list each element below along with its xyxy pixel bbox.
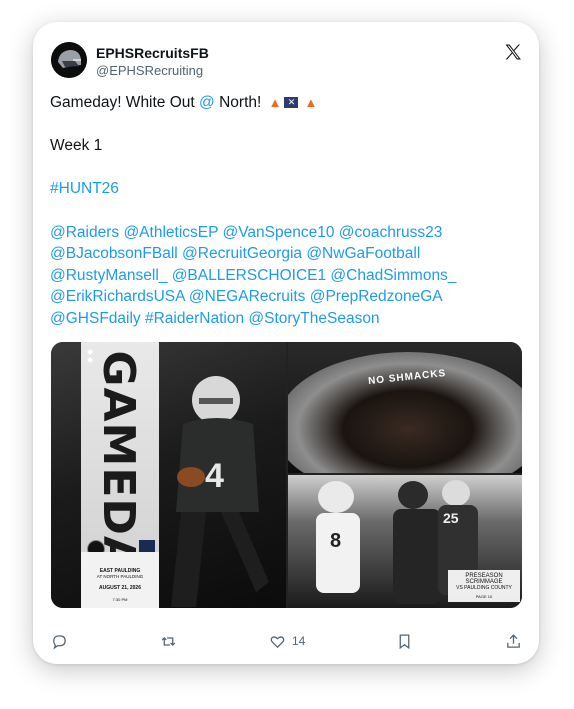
svg-text:25: 25 bbox=[443, 510, 459, 526]
mentions-line[interactable]: @GHSFdaily #RaiderNation @StoryTheSeason bbox=[50, 308, 530, 330]
reply-button[interactable] bbox=[51, 630, 68, 652]
tweet-line-1-text: Gameday! White Out bbox=[50, 94, 200, 111]
action-bar: 14 bbox=[51, 630, 521, 652]
fire-emoji-icon: ▲ bbox=[304, 95, 318, 110]
author-handle[interactable]: @EPHSRecruiting bbox=[96, 63, 203, 78]
helmet-shape bbox=[288, 352, 522, 473]
tweet-text: Gameday! White Out @ North! ▲ ✕ ▲ Week 1 #… bbox=[50, 92, 530, 330]
tweet-line-1: Gameday! White Out @ North! ▲ ✕ ▲ bbox=[50, 92, 530, 114]
scrimmage-title: PRESEASON SCRIMMAGE bbox=[465, 573, 503, 585]
x-logo-icon[interactable] bbox=[503, 42, 523, 62]
bookmark-icon bbox=[399, 633, 410, 649]
like-count: 14 bbox=[292, 634, 306, 648]
mentions-line[interactable]: @BJacobsonFBall @RecruitGeorgia @NwGaFoo… bbox=[50, 243, 530, 265]
game-info-plate: EAST PAULDING AT NORTH PAULDING AUGUST 2… bbox=[81, 552, 159, 608]
share-button[interactable] bbox=[505, 630, 522, 652]
gameday-poster-image[interactable]: GAMEDAY ◆ ◆ EAST PAULDING AT NORTH PAULDI… bbox=[51, 342, 286, 608]
mentions-line[interactable]: @RustyMansell_ @BALLERSCHOICE1 @ChadSimm… bbox=[50, 265, 530, 287]
bookmark-button[interactable] bbox=[396, 630, 413, 652]
author-name[interactable]: EPHSRecruitsFB bbox=[96, 45, 209, 61]
hashtag-link[interactable]: #HUNT26 bbox=[50, 178, 530, 200]
scrimmage-sub: VS PAULDING COUNTY bbox=[456, 585, 512, 591]
svg-text:8: 8 bbox=[330, 530, 341, 552]
diamond-dots-icon: ◆ ◆ bbox=[87, 347, 94, 364]
heart-icon bbox=[270, 635, 285, 648]
team-huddle-image[interactable]: 8 25 PRESEASON SCRIMMAGE VS PAULDING COU… bbox=[288, 475, 522, 608]
media-grid: GAMEDAY ◆ ◆ EAST PAULDING AT NORTH PAULDI… bbox=[51, 342, 522, 608]
mention-link[interactable]: @ bbox=[199, 94, 215, 111]
game-time: 7:30 PM bbox=[112, 597, 128, 602]
running-player-image: 4 bbox=[171, 376, 269, 607]
raiders-helmet-icon bbox=[51, 42, 87, 78]
game-date: AUGUST 21, 2026 bbox=[99, 585, 141, 591]
helmet-closeup-image[interactable]: NO SHMACKS bbox=[288, 342, 522, 473]
tweet-card: EPHSRecruitsFB @EPHSRecruiting Gameday! … bbox=[33, 22, 539, 664]
fire-emoji-icon: ▲ bbox=[268, 95, 282, 110]
scrimmage-label: PRESEASON SCRIMMAGE VS PAULDING COUNTY P… bbox=[448, 570, 520, 602]
share-icon bbox=[507, 633, 520, 648]
scrimmage-page: PAGE 10 bbox=[475, 594, 493, 599]
tweet-line-2: Week 1 bbox=[50, 137, 103, 155]
tweet-line-1-rest: North! bbox=[214, 94, 262, 111]
reply-icon bbox=[53, 634, 66, 649]
matchup-sub-text: AT NORTH PAULDING bbox=[96, 574, 144, 579]
mentions-line[interactable]: @ErikRichardsUSA @NEGARecruits @PrepRedz… bbox=[50, 286, 530, 308]
like-button[interactable]: 14 bbox=[269, 630, 305, 652]
crossed-swords-emoji-icon: ✕ bbox=[284, 97, 299, 109]
avatar[interactable] bbox=[51, 42, 87, 78]
repost-button[interactable] bbox=[160, 630, 177, 652]
jersey-number: 4 bbox=[205, 457, 224, 495]
mentions-line[interactable]: @Raiders @AthleticsEP @VanSpence10 @coac… bbox=[50, 222, 530, 244]
repost-icon bbox=[161, 636, 176, 646]
